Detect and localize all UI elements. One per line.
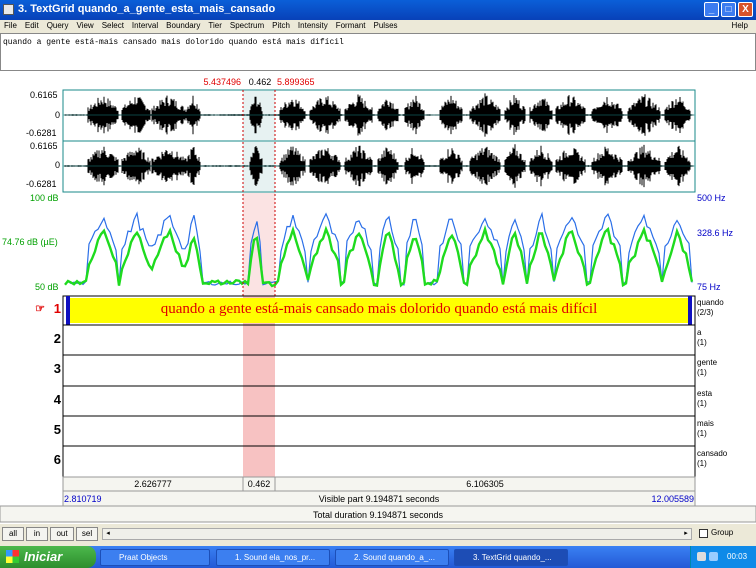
horizontal-scrollbar[interactable]: ◂ ▸ — [102, 528, 692, 540]
visible-end-label: 12.005589 — [651, 494, 694, 504]
waveform-ch2 — [63, 144, 695, 188]
group-label: Group — [711, 528, 734, 537]
tier-3-name: gente (1) — [697, 358, 718, 377]
time-selection-label[interactable]: 0.462 — [243, 479, 275, 489]
scroll-left-arrow-icon[interactable]: ◂ — [103, 529, 113, 539]
tier-1-right-boundary — [688, 296, 692, 325]
tier-4-number[interactable]: 4 — [41, 392, 61, 407]
tier-3-number[interactable]: 3 — [41, 361, 61, 376]
taskbar-item-sound-1[interactable]: 1. Sound ela_nos_pr... — [216, 549, 330, 566]
taskbar-item-praat-objects[interactable]: Praat Objects — [100, 549, 210, 566]
group-checkbox[interactable] — [699, 529, 708, 538]
tier-5-number[interactable]: 5 — [41, 422, 61, 437]
taskbar-item-sound-2[interactable]: 2. Sound quando_a_... — [335, 549, 449, 566]
intensity-contour — [64, 224, 694, 288]
zoom-all-button[interactable]: all — [2, 527, 24, 541]
windows-flag-icon — [6, 550, 19, 563]
zoom-selection-button[interactable]: sel — [76, 527, 98, 541]
visible-part-label[interactable]: Visible part 9.194871 seconds — [63, 494, 695, 504]
tier-1-name: quando (2/3) — [697, 298, 724, 317]
tier-1-number[interactable]: 1 — [41, 301, 61, 316]
time-before-label[interactable]: 2.626777 — [63, 479, 243, 489]
tier-6-number[interactable]: 6 — [41, 452, 61, 467]
total-duration-label[interactable]: Total duration 9.194871 seconds — [0, 510, 756, 520]
tier-6-name: cansado (1) — [697, 449, 728, 468]
tier-2-name: a (1) — [697, 328, 707, 347]
clock: 00:03 — [727, 552, 748, 561]
tier-5-name: mais (1) — [697, 419, 714, 438]
speaker-icon[interactable] — [697, 552, 706, 561]
start-button[interactable]: Iniciar — [0, 546, 96, 568]
waveform-ch1 — [63, 93, 695, 137]
scroll-right-arrow-icon[interactable]: ▸ — [681, 529, 691, 539]
time-after-label[interactable]: 6.106305 — [275, 479, 695, 489]
zoom-in-button[interactable]: in — [26, 527, 48, 541]
network-icon[interactable] — [709, 552, 718, 561]
tier-4-name: esta (1) — [697, 389, 713, 408]
system-tray: 00:03 — [690, 546, 756, 568]
tier-1-interval-text[interactable]: quando a gente está-mais cansado mais do… — [70, 301, 688, 318]
taskbar-item-textgrid[interactable]: 3. TextGrid quando_... — [454, 549, 568, 566]
zoom-out-button[interactable]: out — [50, 527, 74, 541]
tier-2-number[interactable]: 2 — [41, 331, 61, 346]
